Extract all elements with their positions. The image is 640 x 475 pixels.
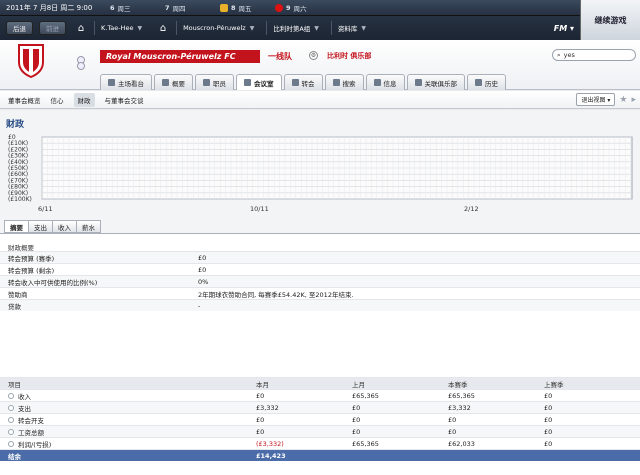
y-tick-label: (£100K): [8, 196, 32, 203]
continue-game-button[interactable]: 继续游戏: [580, 0, 640, 40]
home-icon[interactable]: ⌂: [74, 21, 88, 35]
manager-dropdown[interactable]: K.Tae-Hee ▼: [94, 21, 148, 35]
list-item: 转会预算 (赛季) £0: [0, 251, 640, 263]
finance-panel: 财政 £0 (£10K) (£20K) (£30K) (£40K) (£50K) (£60K…: [0, 110, 640, 475]
radio-icon[interactable]: [8, 392, 14, 399]
subnav-board-overview[interactable]: 董事会概览: [8, 95, 41, 105]
link-icon: [414, 79, 422, 86]
event-dot-icon: [275, 3, 283, 12]
x-tick-label: 10/11: [250, 205, 269, 213]
nav-bar: 后退 前进 ⌂ K.Tae-Hee ▼ ⌂ Mouscron-Péruwelz ▼ …: [0, 16, 580, 40]
table-row[interactable]: 支出 £3,332 £0 £3,332 £0: [0, 401, 640, 413]
list-item: 转会收入中可供使用的比例(%) 0%: [0, 275, 640, 287]
list-item: 赞助商 2年期球衣赞助合同, 每赛季£54.42K, 至2012年结束.: [0, 287, 640, 299]
chevron-down-icon: ▼: [249, 24, 255, 32]
balance-row: 结余 £14,423: [0, 449, 640, 461]
radio-icon[interactable]: [8, 440, 14, 447]
data-menu-dropdown[interactable]: 资料库 ▼: [330, 21, 372, 35]
overview-list: 转会预算 (赛季) £0 转会预算 (剩余) £0 转会收入中可供使用的比例(%) 0…: [0, 251, 640, 311]
finance-chart: £0(£10K)(£20K)(£30K)(£40K)(£50K)(£60K)(£…: [8, 134, 633, 213]
finance-subtabs: 摘要 支出 收入 薪水: [4, 220, 101, 233]
tab-search[interactable]: 搜索: [324, 74, 364, 90]
x-tick-label: 6/11: [38, 205, 53, 213]
boardroom-subnav: 董事会概览 信心 财政 与董事会交谈 退出视图 ▾ ★ ▸: [0, 91, 640, 109]
transfer-icon: [291, 79, 299, 86]
view-dropdown[interactable]: 退出视图 ▾: [576, 93, 616, 106]
x-tick-label: 2/12: [464, 205, 479, 213]
section-title: 财政: [6, 120, 25, 130]
day-slot[interactable]: 8 周五: [220, 3, 275, 13]
search-icon: ⌕: [557, 50, 561, 59]
summary-panel: 财政概要 转会预算 (赛季) £0 转会预算 (剩余) £0 转会收入中可供使用的比…: [0, 233, 640, 475]
tab-history[interactable]: 历史: [467, 74, 506, 90]
subnav-finances[interactable]: 财政: [73, 92, 95, 107]
home-icon[interactable]: ⌂: [156, 21, 170, 35]
finance-table: 项目 本月 上月 本赛季 上赛季 收入 £0 £65,365 £65,365 £…: [0, 377, 640, 461]
tab-affiliates[interactable]: 关联俱乐部: [406, 74, 465, 90]
chevron-down-icon: ▼: [137, 24, 143, 32]
tab-stadium[interactable]: 主场看台: [100, 74, 152, 90]
table-row[interactable]: 收入 £0 £65,365 £65,365 £0: [0, 389, 640, 401]
top-bar: 2011年 7 月8日 周二 9:00 6 周三 7 周四 8 周五 9 周六 后退 前…: [0, 0, 640, 40]
list-item: 贷款 -: [0, 299, 640, 311]
club-pager-icon[interactable]: [76, 56, 86, 70]
day-slot[interactable]: 6 周三: [110, 3, 165, 13]
tab-news[interactable]: 信息: [365, 74, 405, 90]
list-item: 转会预算 (剩余) £0: [0, 263, 640, 275]
table-row[interactable]: 转会开支 £0 £0 £0 £0: [0, 413, 640, 425]
subtab-wages[interactable]: 薪水: [76, 220, 101, 233]
league-dropdown[interactable]: 比利时第A组 ▼: [266, 21, 325, 35]
tab-staff[interactable]: 职员: [195, 74, 234, 90]
subtab-expenditure[interactable]: 支出: [28, 220, 53, 233]
current-date: 2011年 7 月8日 周二 9:00: [6, 3, 93, 12]
search-icon: [332, 79, 340, 86]
club-subtitle: 比利时 俱乐部: [327, 52, 372, 60]
club-tabs: 主场看台 概要 职员 会议室 转会 搜索 信息 关联俱乐部 历史: [100, 74, 508, 90]
match-shield-icon: [220, 3, 228, 12]
tab-transfers[interactable]: 转会: [283, 74, 323, 90]
club-dropdown[interactable]: Mouscron-Péruwelz ▼: [176, 21, 260, 35]
expand-icon[interactable]: ▸: [631, 95, 636, 105]
search-input[interactable]: ⌕ yes: [552, 49, 636, 61]
subnav-talk-to-board[interactable]: 与董事会交谈: [105, 95, 144, 105]
forward-button[interactable]: 前进: [39, 21, 66, 35]
subnav-confidence[interactable]: 信心: [51, 95, 64, 105]
squad-selector[interactable]: 一线队: [268, 51, 292, 62]
tab-overview[interactable]: 概要: [154, 74, 193, 90]
radio-icon[interactable]: [8, 428, 14, 435]
radio-icon[interactable]: [8, 404, 14, 411]
view-controls: 退出视图 ▾ ★ ▸: [576, 93, 636, 106]
radio-icon[interactable]: [8, 416, 14, 423]
table-row[interactable]: 工资总额 £0 £0 £0 £0: [0, 425, 640, 437]
table-row[interactable]: 利润/(亏损) (£3,332) £65,365 £62,033 £0: [0, 437, 640, 449]
gear-icon[interactable]: ⚙: [309, 51, 318, 60]
chevron-down-icon: ▼: [361, 24, 367, 32]
overview-icon: [162, 79, 169, 86]
subtab-summary[interactable]: 摘要: [4, 220, 29, 233]
date-bar: 2011年 7 月8日 周二 9:00 6 周三 7 周四 8 周五 9 周六: [0, 0, 580, 16]
fm-menu[interactable]: FM ▾: [554, 24, 574, 33]
boardroom-icon: [244, 79, 251, 86]
club-name: Royal Mouscron-Péruwelz FC: [100, 50, 260, 63]
stadium-icon: [108, 79, 115, 86]
chevron-down-icon: ▼: [314, 24, 319, 32]
table-header: 项目 本月 上月 本赛季 上赛季: [0, 377, 640, 389]
star-icon[interactable]: ★: [619, 95, 627, 105]
back-button[interactable]: 后退: [6, 21, 33, 35]
subtab-income[interactable]: 收入: [52, 220, 77, 233]
staff-icon: [203, 79, 210, 86]
day-slot[interactable]: 7 周四: [165, 3, 220, 13]
day-slot[interactable]: 9 周六: [275, 3, 330, 13]
history-icon: [475, 79, 482, 86]
news-icon: [373, 79, 381, 86]
club-crest-icon: [18, 44, 44, 78]
tab-boardroom[interactable]: 会议室: [236, 74, 282, 90]
